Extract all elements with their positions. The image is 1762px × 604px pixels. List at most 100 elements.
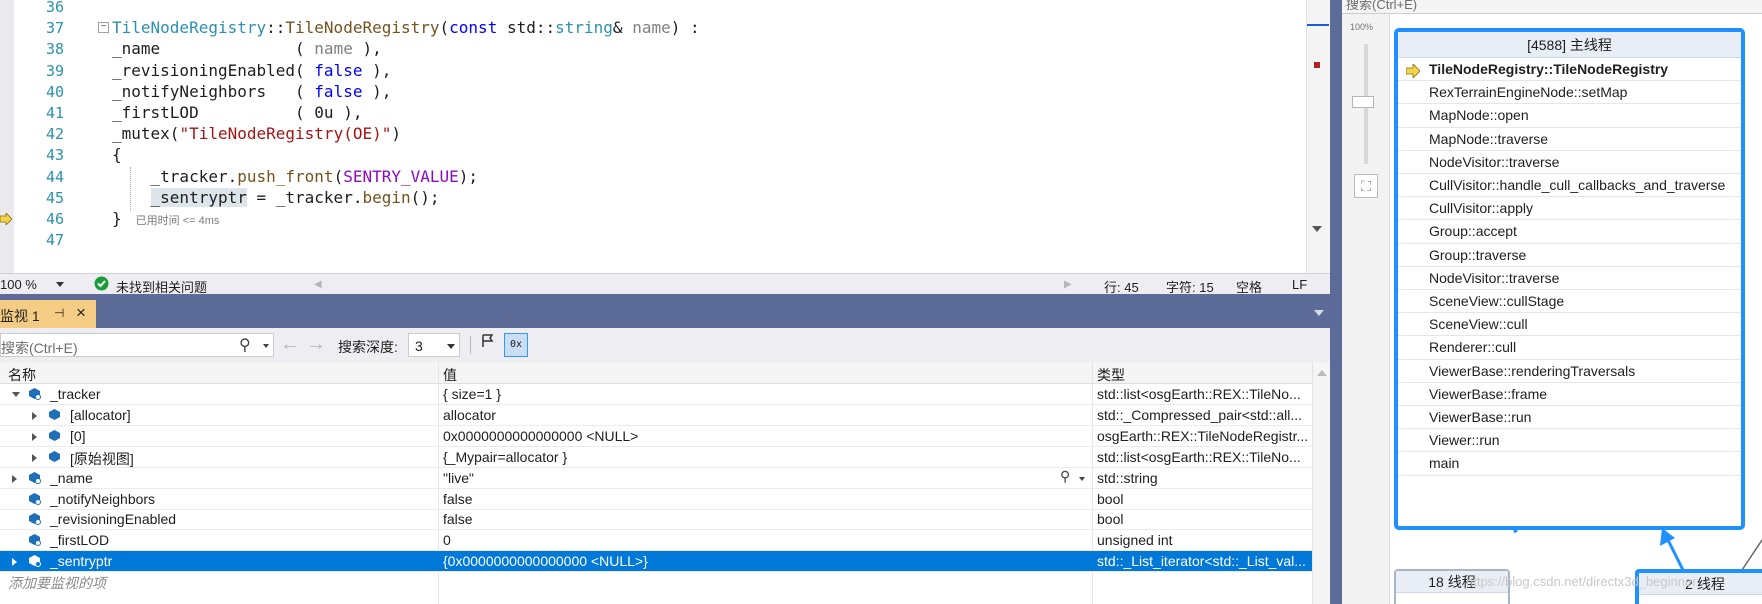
main-thread-stack-box[interactable]: [4588] 主线程 TileNodeRegistry::TileNodeReg… bbox=[1394, 28, 1745, 530]
stack-frame[interactable]: NodeVisitor::traverse bbox=[1398, 267, 1741, 290]
perf-tip[interactable]: 已用时间 <= 4ms bbox=[136, 215, 220, 227]
zoom-level-dropdown[interactable]: 100 % bbox=[0, 276, 68, 293]
code-line[interactable]: 47 bbox=[0, 228, 1306, 252]
watch-search-input[interactable]: 搜索(Ctrl+E) ⚲ bbox=[0, 333, 274, 357]
watch-name: _name bbox=[50, 469, 93, 486]
watch-row[interactable]: [原始视图] {_Mypair=allocator } std::list<osgE… bbox=[0, 447, 1312, 468]
filter-pin-button[interactable] bbox=[476, 333, 500, 357]
watch-name: _sentryptr bbox=[50, 553, 113, 570]
stack-frame[interactable]: CullVisitor::handle_cull_callbacks_and_t… bbox=[1398, 174, 1741, 198]
pin-icon[interactable]: ⊣ bbox=[54, 306, 64, 320]
watch-value[interactable]: false bbox=[443, 511, 1043, 527]
close-icon[interactable]: × bbox=[76, 303, 86, 323]
editor-status-bar: 100 % 未找到相关问题 ◀ ▶ 行: 45 字符: 15 空格 LF bbox=[0, 273, 1330, 295]
stack-frame[interactable]: ViewerBase::frame bbox=[1398, 383, 1741, 406]
watch-value[interactable]: {0x0000000000000000 <NULL>} bbox=[443, 553, 1043, 569]
check-circle-icon bbox=[94, 276, 109, 294]
stack-frame[interactable]: MapNode::open bbox=[1398, 104, 1741, 128]
line-ending[interactable]: LF bbox=[1292, 277, 1307, 292]
stack-frame[interactable]: Renderer::cull bbox=[1398, 336, 1741, 360]
watch-row[interactable]: _firstLOD 0 unsigned int bbox=[0, 530, 1312, 552]
editor-vertical-scrollbar[interactable] bbox=[1306, 0, 1330, 273]
stack-frame-name: RexTerrainEngineNode::setMap bbox=[1429, 84, 1628, 101]
stack-frame[interactable]: Group::traverse bbox=[1398, 244, 1741, 267]
stack-frame[interactable]: Group::accept bbox=[1398, 220, 1741, 244]
stack-frame-name: Renderer::cull bbox=[1429, 339, 1517, 356]
column-header-type[interactable]: 类型 bbox=[1097, 365, 1125, 385]
stack-frame[interactable]: ViewerBase::run bbox=[1398, 406, 1741, 430]
tab-watch-1[interactable]: 监视 1 ⊣ × bbox=[0, 300, 96, 328]
scroll-down-arrow-icon[interactable] bbox=[1312, 226, 1322, 232]
expand-triangle-icon[interactable] bbox=[32, 432, 37, 441]
watch-type: bool bbox=[1097, 511, 1124, 528]
watch-value[interactable]: 0x0000000000000000 <NULL> bbox=[443, 428, 1043, 444]
search-depth-select[interactable]: 3 bbox=[408, 333, 460, 357]
stack-frame[interactable]: Viewer::run bbox=[1398, 429, 1741, 453]
stack-frame-name: TileNodeRegistry::TileNodeRegistry bbox=[1429, 61, 1669, 77]
field-icon bbox=[29, 555, 41, 568]
watch-grid[interactable]: 名称 值 类型 _tracker{ size=1 } std::list<osgE… bbox=[0, 362, 1330, 604]
visualizer-chevron-icon[interactable] bbox=[1079, 476, 1085, 481]
stack-frame[interactable]: CullVisitor::apply bbox=[1398, 197, 1741, 221]
stack-frame[interactable]: NodeVisitor::traverse bbox=[1398, 151, 1741, 174]
code-token: name bbox=[632, 18, 671, 38]
watch-row[interactable]: _notifyNeighbors false bool bbox=[0, 489, 1312, 510]
column-header-value[interactable]: 值 bbox=[443, 365, 457, 385]
stack-frame-name: ViewerBase::renderingTraversals bbox=[1429, 362, 1636, 379]
stack-frame-name: Viewer::run bbox=[1429, 432, 1500, 449]
watch-value[interactable]: "live" bbox=[443, 470, 1043, 486]
search-placeholder: 搜索(Ctrl+E) bbox=[1, 340, 78, 356]
watch-row[interactable]: _sentryptr {0x0000000000000000 <NULL>} std… bbox=[0, 551, 1312, 573]
watch-type: unsigned int bbox=[1097, 532, 1173, 549]
watch-name: _revisioningEnabled bbox=[50, 511, 177, 528]
code-token: ) : bbox=[670, 18, 700, 38]
search-previous-arrow-icon[interactable]: ← bbox=[280, 333, 300, 356]
expand-triangle-icon[interactable] bbox=[32, 411, 37, 420]
expand-triangle-icon[interactable] bbox=[32, 453, 37, 462]
stack-frame[interactable]: SceneView::cull bbox=[1398, 313, 1741, 337]
scroll-right-arrow-icon[interactable]: ▶ bbox=[1064, 279, 1072, 290]
collapse-outline-icon[interactable]: − bbox=[98, 22, 109, 34]
search-next-arrow-icon[interactable]: → bbox=[306, 333, 326, 356]
watch-row[interactable]: [0] 0x0000000000000000 <NULL> osgEarth::RE… bbox=[0, 426, 1312, 447]
stack-frame[interactable]: main bbox=[1398, 452, 1741, 476]
member-icon bbox=[49, 429, 60, 441]
watch-row[interactable]: [allocator] allocator std::_Compressed_pai… bbox=[0, 405, 1312, 426]
watch-row[interactable]: _name "live" ⚲ std::string bbox=[0, 468, 1312, 489]
stack-frame[interactable]: RexTerrainEngineNode::setMap bbox=[1398, 81, 1741, 105]
expand-triangle-icon[interactable] bbox=[12, 558, 17, 567]
watch-value[interactable]: false bbox=[443, 491, 1043, 507]
search-options-chevron-icon[interactable] bbox=[263, 344, 269, 348]
stack-frame[interactable]: TileNodeRegistry::TileNodeRegistry bbox=[1398, 58, 1741, 82]
chevron-down-icon bbox=[56, 282, 64, 287]
watch-value[interactable]: { size=1 } bbox=[443, 386, 1043, 402]
code-editor[interactable]: 36 37 TileNodeRegistry::TileNodeRegistry(c… bbox=[0, 0, 1330, 273]
watch-value[interactable]: allocator bbox=[443, 407, 1043, 423]
add-watch-placeholder[interactable]: 添加要监视的项 bbox=[8, 573, 106, 593]
window-menu-chevron-icon[interactable] bbox=[1314, 310, 1324, 316]
panel-splitter[interactable] bbox=[1330, 0, 1342, 604]
watch-value[interactable]: 0 bbox=[443, 532, 1043, 548]
expand-triangle-icon[interactable] bbox=[12, 474, 17, 483]
stack-frame[interactable]: ViewerBase::renderingTraversals bbox=[1398, 360, 1741, 383]
stack-frame[interactable]: MapNode::traverse bbox=[1398, 128, 1741, 151]
watch-vertical-scrollbar[interactable] bbox=[1312, 362, 1330, 604]
parallel-stacks-panel[interactable]: 搜索(Ctrl+E) 100% ⛶ [4588] 主线程 TileNodeReg… bbox=[1342, 0, 1762, 604]
scroll-left-arrow-icon[interactable]: ◀ bbox=[314, 279, 322, 290]
hex-display-toggle[interactable]: 0x bbox=[504, 333, 528, 357]
scroll-up-arrow-icon[interactable] bbox=[1317, 370, 1327, 376]
watch-value[interactable]: {_Mypair=allocator } bbox=[443, 449, 1043, 465]
watch-row[interactable]: _revisioningEnabled false bool bbox=[0, 509, 1312, 531]
column-header-name[interactable]: 名称 bbox=[8, 365, 36, 385]
watch-row[interactable]: _tracker { size=1 } std::list<osgEarth::RE… bbox=[0, 384, 1312, 405]
search-icon[interactable]: ⚲ bbox=[239, 335, 251, 355]
watch-type: bool bbox=[1097, 490, 1124, 507]
line-number: 47 bbox=[45, 231, 64, 250]
stack-frame[interactable]: SceneView::cullStage bbox=[1398, 290, 1741, 314]
code-token: = _tracker. bbox=[246, 187, 363, 207]
chevron-down-icon bbox=[447, 344, 455, 349]
main-thread-title[interactable]: [4588] 主线程 bbox=[1398, 32, 1741, 58]
collapse-triangle-icon[interactable] bbox=[12, 392, 20, 397]
visualizer-search-icon[interactable]: ⚲ bbox=[1060, 468, 1070, 485]
watch-tab-bar: 监视 1 ⊣ × bbox=[0, 294, 1330, 328]
